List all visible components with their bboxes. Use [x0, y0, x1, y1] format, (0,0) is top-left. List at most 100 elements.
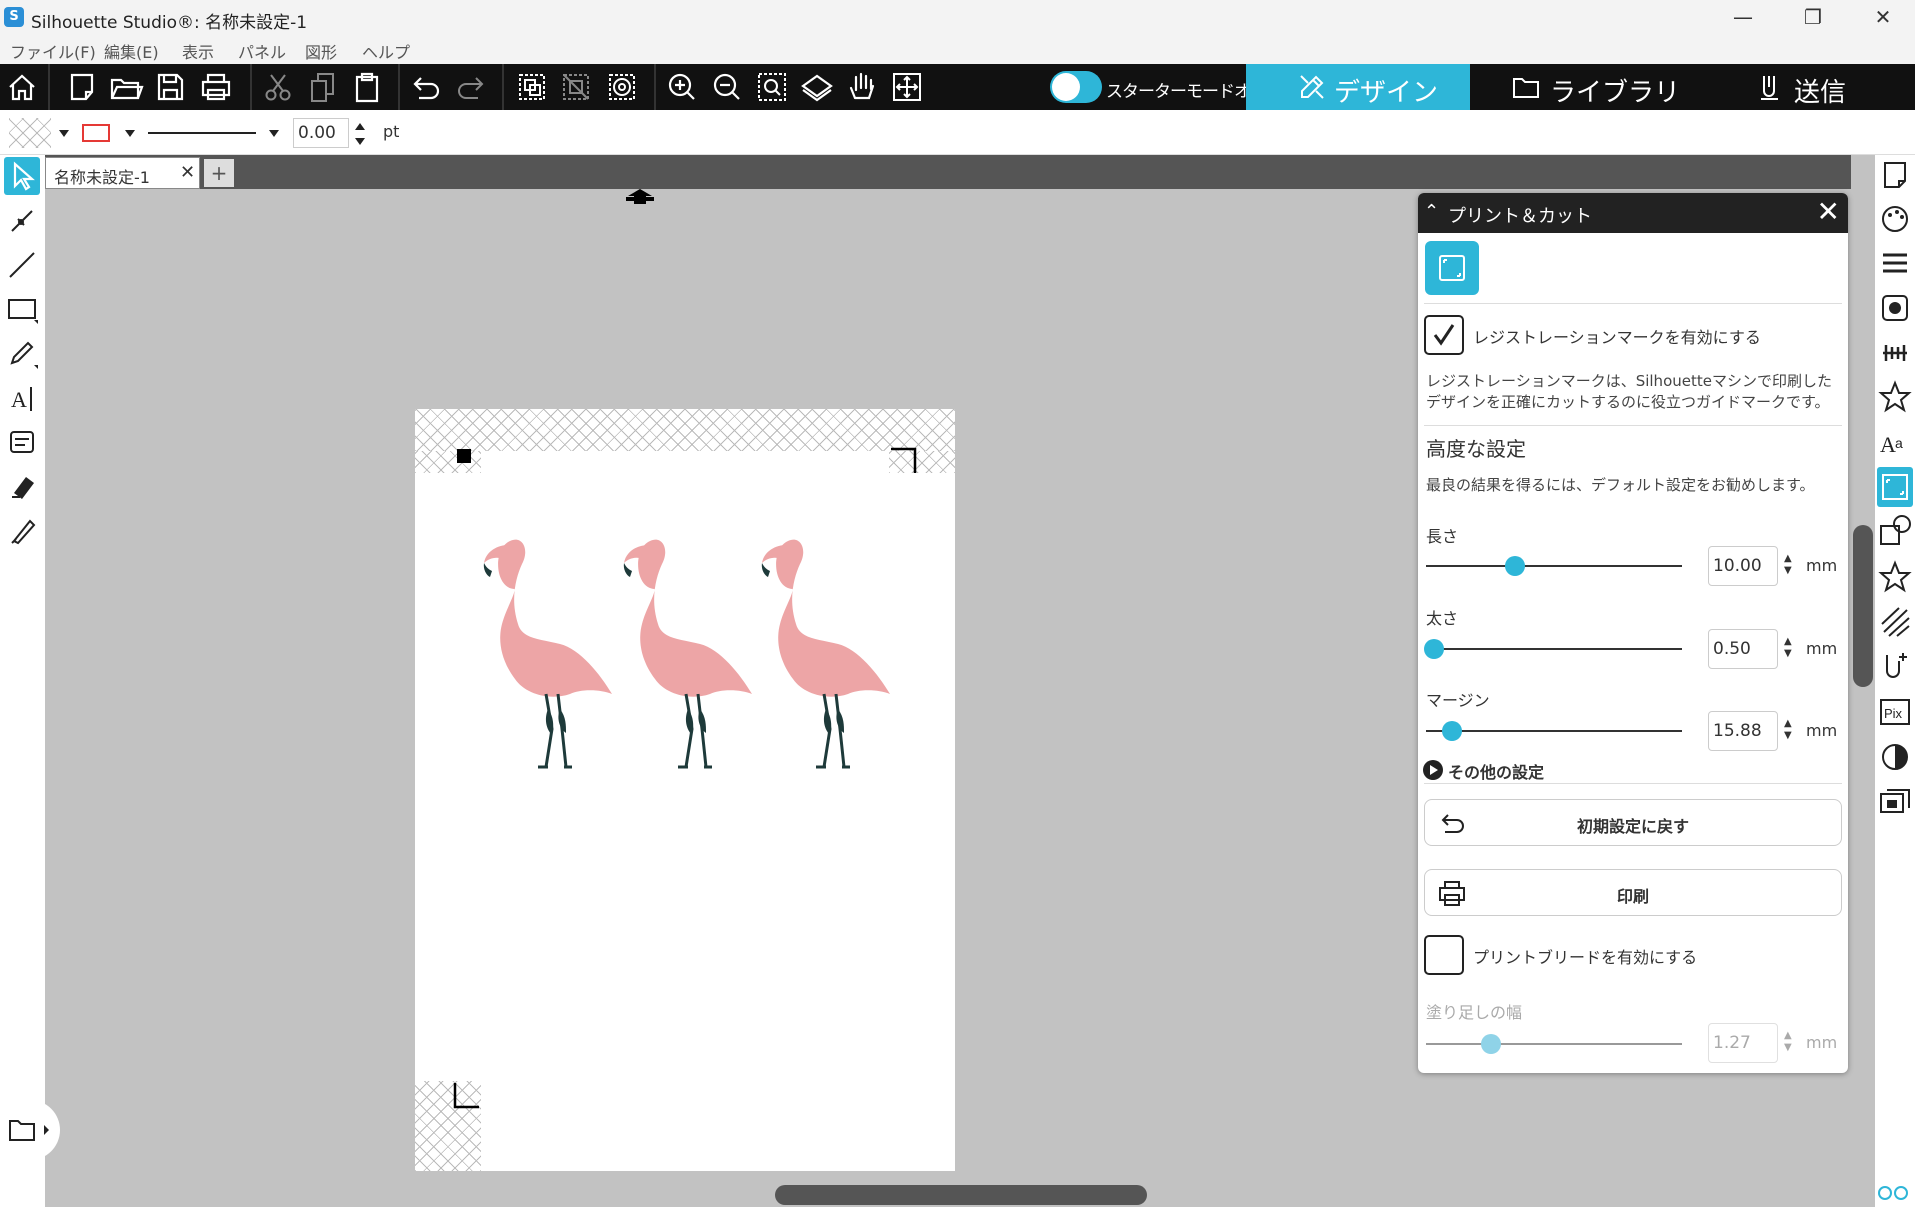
replicate-panel-icon[interactable] [1877, 512, 1913, 552]
open-folder-icon[interactable] [106, 68, 146, 106]
zoom-out-icon[interactable] [707, 68, 747, 106]
save-icon[interactable] [150, 68, 190, 106]
freehand-tool-icon[interactable] [4, 335, 40, 373]
fill-dropdown-icon[interactable] [58, 127, 70, 139]
close-panel-icon[interactable]: ✕ [1817, 197, 1840, 227]
bleed-width-slider-knob[interactable] [1481, 1034, 1501, 1054]
paste-icon[interactable] [347, 68, 387, 106]
pan-drag-icon[interactable] [797, 68, 837, 106]
point-edit-tool-icon[interactable] [4, 201, 40, 239]
fill-color-panel-icon[interactable] [1877, 199, 1913, 239]
menu-edit[interactable]: 編集(E) [104, 39, 159, 63]
thickness-stepper[interactable]: ▲ ▼ [1784, 636, 1798, 660]
send-panel-icon[interactable] [1877, 647, 1913, 687]
line-style-preview[interactable] [148, 132, 256, 134]
collapse-chevron-icon[interactable]: ⌃ [1424, 201, 1439, 222]
compound-path-icon[interactable] [602, 68, 642, 106]
design-page[interactable] [415, 409, 955, 1171]
copy-icon[interactable] [302, 68, 342, 106]
tab-design[interactable]: デザイン [1246, 64, 1470, 110]
panel-settings-icon[interactable] [1877, 1183, 1913, 1203]
line-width-stepper[interactable] [354, 120, 366, 148]
redo-icon[interactable] [451, 68, 491, 106]
length-stepper[interactable]: ▲ ▼ [1784, 553, 1798, 577]
thickness-slider-knob[interactable] [1424, 639, 1444, 659]
tab-send[interactable]: 送信 [1694, 64, 1915, 110]
menu-panel[interactable]: パネル [238, 39, 286, 63]
pixscan-panel-icon[interactable]: Pix [1877, 692, 1913, 732]
ungroup-icon[interactable] [556, 68, 596, 106]
select-tool-icon[interactable] [4, 157, 40, 195]
length-slider-knob[interactable] [1505, 556, 1525, 576]
page-setup-icon[interactable] [1877, 155, 1913, 195]
document-tab-close-icon[interactable]: ✕ [180, 162, 195, 183]
thickness-slider[interactable] [1426, 648, 1682, 650]
horizontal-scrollbar-thumb[interactable] [775, 1185, 1147, 1205]
transform-panel-icon[interactable] [1877, 377, 1913, 417]
sketch-panel-icon[interactable] [1877, 602, 1913, 642]
document-tab[interactable]: 名称未設定-1 ✕ [45, 157, 200, 189]
add-document-tab-button[interactable]: + [204, 159, 234, 187]
fill-color-swatch[interactable] [9, 118, 51, 148]
margin-input[interactable]: 15.88 [1708, 711, 1778, 751]
bleed-width-label: 塗り足しの幅 [1426, 1003, 1523, 1022]
align-panel-icon[interactable] [1877, 333, 1913, 373]
length-slider[interactable] [1426, 565, 1682, 567]
new-document-icon[interactable] [62, 68, 102, 106]
print-icon[interactable] [196, 68, 236, 106]
length-input[interactable]: 10.00 [1708, 546, 1778, 586]
menu-file[interactable]: ファイル(F) [10, 39, 96, 63]
starter-mode-toggle[interactable] [1050, 71, 1102, 103]
hand-icon[interactable] [842, 68, 882, 106]
eraser-tool-icon[interactable] [4, 467, 40, 505]
bleed-width-stepper[interactable]: ▲ ▼ [1784, 1030, 1798, 1054]
line-tool-icon[interactable] [4, 245, 40, 283]
library-drawer-button[interactable] [0, 1100, 60, 1160]
bleed-width-slider[interactable] [1426, 1043, 1682, 1045]
margin-slider[interactable] [1426, 730, 1682, 732]
text-style-panel-icon[interactable]: Aa [1877, 422, 1913, 462]
close-window-button[interactable]: ✕ [1853, 2, 1913, 32]
bleed-width-input[interactable]: 1.27 [1708, 1023, 1778, 1063]
margin-stepper[interactable]: ▲ ▼ [1784, 718, 1798, 742]
trace-panel-icon[interactable] [1877, 737, 1913, 777]
advanced-settings-note: 最良の結果を得るには、デフォルト設定をお勧めします。 [1426, 476, 1815, 494]
text-tool-icon[interactable]: A [4, 379, 40, 417]
expand-other-settings-icon[interactable] [1422, 759, 1444, 781]
image-effects-panel-icon[interactable] [1877, 288, 1913, 328]
line-style-panel-icon[interactable] [1877, 243, 1913, 283]
enable-registration-marks-checkbox[interactable] [1424, 315, 1464, 355]
enable-print-bleed-checkbox[interactable] [1424, 935, 1464, 975]
layers-panel-icon[interactable] [1877, 782, 1913, 822]
line-color-swatch[interactable] [82, 124, 110, 142]
group-icon[interactable] [512, 68, 552, 106]
menu-shape[interactable]: 図形 [305, 39, 337, 63]
home-icon[interactable] [2, 68, 42, 106]
thickness-input[interactable]: 0.50 [1708, 629, 1778, 669]
fit-to-page-icon[interactable] [887, 68, 927, 106]
vertical-scrollbar-thumb[interactable] [1853, 525, 1873, 687]
line-style-dropdown-icon[interactable] [268, 127, 280, 139]
line-color-dropdown-icon[interactable] [124, 127, 136, 139]
other-settings-label[interactable]: その他の設定 [1448, 759, 1544, 783]
menu-view[interactable]: 表示 [182, 39, 214, 63]
zoom-in-icon[interactable] [662, 68, 702, 106]
print-and-cut-panel-icon[interactable] [1877, 467, 1913, 507]
menu-help[interactable]: ヘルプ [362, 39, 410, 63]
knife-tool-icon[interactable] [4, 511, 40, 549]
cut-icon[interactable] [258, 68, 298, 106]
registration-mode-button[interactable] [1425, 241, 1479, 295]
restore-button[interactable]: ❐ [1783, 2, 1843, 32]
line-width-input[interactable]: 0.00 [293, 118, 349, 148]
tab-library[interactable]: ライブラリ [1470, 64, 1694, 110]
favorites-panel-icon[interactable] [1877, 557, 1913, 597]
print-button[interactable]: 印刷 [1424, 869, 1842, 916]
minimize-button[interactable]: — [1713, 2, 1773, 32]
undo-icon[interactable] [406, 68, 446, 106]
text-box-tool-icon[interactable] [4, 423, 40, 461]
margin-slider-knob[interactable] [1442, 721, 1462, 741]
flamingo-artwork[interactable] [480, 529, 920, 789]
reset-defaults-button[interactable]: 初期設定に戻す [1424, 799, 1842, 846]
rectangle-tool-icon[interactable] [4, 290, 40, 328]
zoom-selection-icon[interactable] [752, 68, 792, 106]
